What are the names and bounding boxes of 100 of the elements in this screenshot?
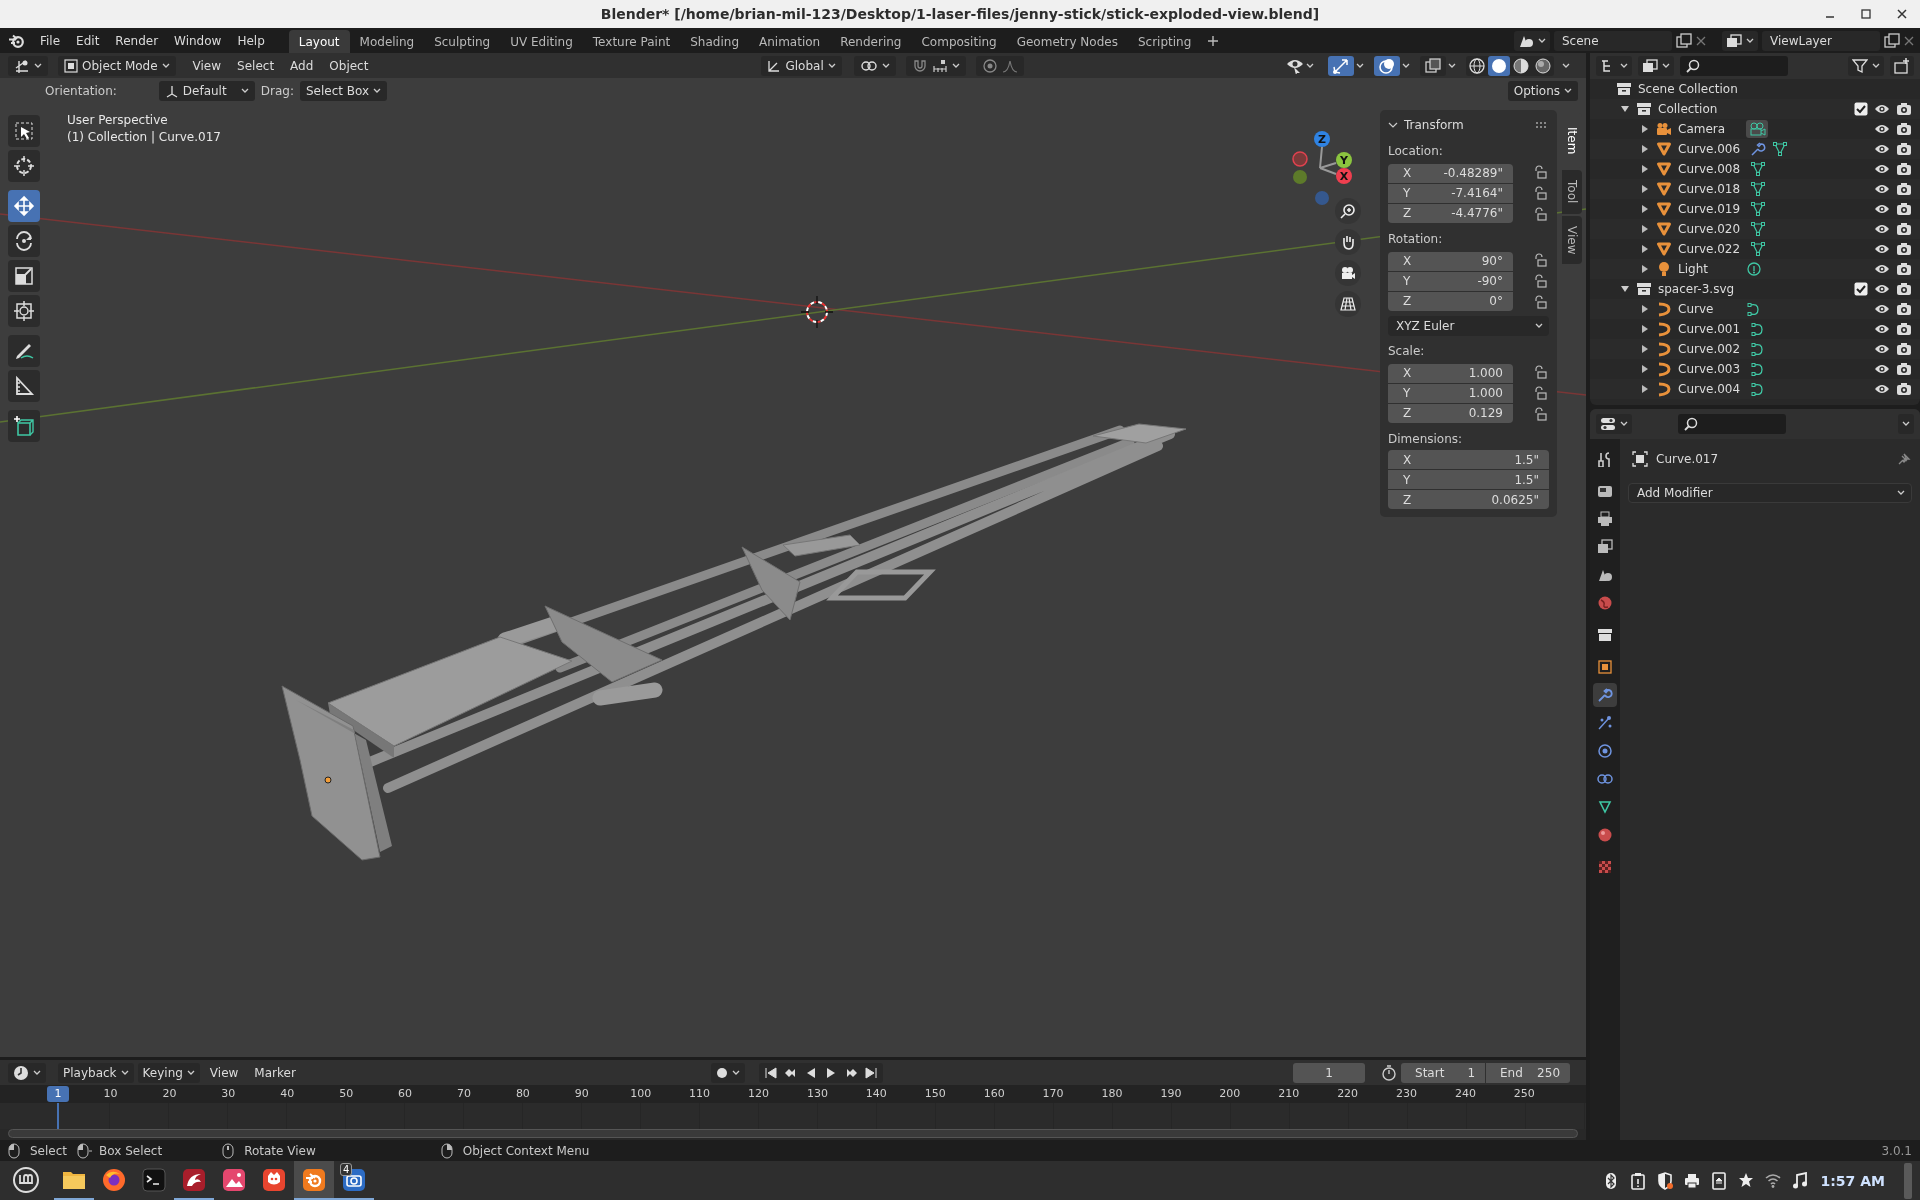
outliner-item[interactable]: Curve.004 xyxy=(1678,382,1741,396)
frame-number: 80 xyxy=(515,1087,530,1100)
outliner-item[interactable]: Curve.022 xyxy=(1678,242,1741,256)
drag-dropdown[interactable]: Select Box xyxy=(300,81,388,101)
workspace-tab[interactable]: Animation xyxy=(749,30,831,53)
outliner-item[interactable]: Curve.019 xyxy=(1678,202,1741,216)
workspace-tab[interactable]: Modeling xyxy=(349,30,425,53)
menu-item[interactable]: Help xyxy=(229,29,273,52)
frame-number: 60 xyxy=(398,1087,413,1100)
outliner-item[interactable]: Curve.006 xyxy=(1678,142,1741,156)
orientation-dropdown[interactable]: Default xyxy=(158,81,255,101)
frame-number: 130 xyxy=(806,1087,828,1100)
sidebar-tab[interactable]: Tool xyxy=(1562,170,1582,214)
workspace-tab[interactable]: Geometry Nodes xyxy=(1006,30,1128,53)
status-hint: Select xyxy=(30,1143,68,1158)
group-label: Location: xyxy=(1388,144,1444,158)
frame-number: 90 xyxy=(574,1087,589,1100)
workspace-tab[interactable]: Shading xyxy=(680,30,749,53)
mode-dropdown[interactable]: Object Mode xyxy=(58,55,176,76)
group-label: Rotation: xyxy=(1388,232,1444,246)
frame-number: 70 xyxy=(456,1087,471,1100)
axis-handle[interactable]: Z xyxy=(1314,131,1330,147)
workspace-tab[interactable]: Compositing xyxy=(911,30,1007,53)
rotation-mode-dropdown[interactable]: XYZ Euler xyxy=(1388,316,1549,336)
add-modifier-dropdown[interactable]: Add Modifier xyxy=(1628,483,1912,503)
version-text: 3.0.1 xyxy=(1881,1143,1912,1158)
outliner-item[interactable]: Curve.001 xyxy=(1678,322,1741,336)
start-frame-field[interactable]: Start 1 xyxy=(1401,1062,1485,1083)
drag-label: Drag: xyxy=(260,84,294,98)
number-field[interactable]: X -0.48289" xyxy=(1388,163,1513,183)
menu-item[interactable]: Window xyxy=(166,29,230,52)
options-dropdown[interactable]: Options xyxy=(1507,81,1578,101)
menu-item[interactable]: Playback xyxy=(58,1062,134,1083)
frame-number: 40 xyxy=(280,1087,295,1100)
panel-title[interactable]: Transform xyxy=(1404,118,1464,132)
clock-text[interactable]: 1:57 AM xyxy=(1820,1172,1885,1189)
count-badge: 4 xyxy=(340,1163,353,1176)
frame-number: 140 xyxy=(865,1087,887,1100)
workspace-tab[interactable]: Texture Paint xyxy=(582,30,681,53)
menu-item[interactable]: Render xyxy=(107,29,167,52)
number-field[interactable]: Y -90° xyxy=(1388,271,1513,291)
axis-handle[interactable]: X xyxy=(1336,168,1352,184)
workspace-tab[interactable]: Rendering xyxy=(830,30,912,53)
end-frame-field[interactable]: End 250 xyxy=(1486,1062,1570,1083)
menu-item[interactable]: Select xyxy=(230,55,282,76)
number-field[interactable]: Z -4.4776" xyxy=(1388,203,1513,223)
frame-number: 10 xyxy=(103,1087,118,1100)
current-frame-field[interactable]: 1 xyxy=(1293,1062,1365,1083)
view-layer-field[interactable]: ViewLayer xyxy=(1762,30,1880,51)
outliner-item[interactable]: Curve.008 xyxy=(1678,162,1741,176)
status-hint: Box Select xyxy=(99,1143,163,1158)
outliner-item[interactable]: Camera xyxy=(1678,122,1736,136)
menu-item[interactable]: Edit xyxy=(68,29,108,52)
number-field[interactable]: Z 0.0625" xyxy=(1388,490,1549,509)
menu-item[interactable]: Add xyxy=(283,55,321,76)
number-field[interactable]: X 1.000 xyxy=(1388,363,1513,383)
workspace-tab[interactable]: Scripting xyxy=(1127,30,1202,53)
workspace-tab[interactable]: Sculpting xyxy=(424,30,501,53)
outliner-item[interactable]: spacer-3.svg xyxy=(1658,282,1735,296)
frame-number: 180 xyxy=(1101,1087,1123,1100)
outliner-item[interactable]: Collection xyxy=(1658,102,1718,116)
outliner-item[interactable]: Curve.003 xyxy=(1678,362,1741,376)
outliner-item[interactable]: Light xyxy=(1678,262,1736,276)
object-name: Curve.017 xyxy=(1656,452,1719,466)
taskbar-app[interactable]: 4 xyxy=(334,1161,374,1200)
number-field[interactable]: Z 0° xyxy=(1388,291,1513,311)
transform-orientation-dropdown[interactable]: Global xyxy=(761,55,842,76)
frame-number: 210 xyxy=(1278,1087,1300,1100)
outliner-item[interactable]: Curve.002 xyxy=(1678,342,1741,356)
menu-item[interactable]: View xyxy=(203,1062,245,1083)
playhead-label[interactable]: 1 xyxy=(47,1086,69,1102)
viewport-info-text: User Perspective xyxy=(67,112,169,129)
frame-number: 200 xyxy=(1219,1087,1241,1100)
frame-number: 110 xyxy=(689,1087,711,1100)
number-field[interactable]: Y 1.5" xyxy=(1388,470,1549,489)
menu-item[interactable]: File xyxy=(32,29,69,52)
frame-number: 30 xyxy=(221,1087,236,1100)
sidebar-tab[interactable]: View xyxy=(1562,215,1582,265)
menu-item[interactable]: Keying xyxy=(137,1062,200,1083)
scene-field[interactable]: Scene xyxy=(1554,30,1672,51)
menu-item[interactable]: Marker xyxy=(248,1062,302,1083)
number-field[interactable]: Y 1.000 xyxy=(1388,383,1513,403)
menu-item[interactable]: View xyxy=(185,55,229,76)
outliner-item[interactable]: Curve xyxy=(1678,302,1736,316)
workspace-tab[interactable]: Layout xyxy=(288,30,350,53)
outliner-item[interactable]: Scene Collection xyxy=(1638,82,1738,96)
status-hint: Object Context Menu xyxy=(462,1143,590,1158)
number-field[interactable]: Y -7.4164" xyxy=(1388,183,1513,203)
outliner-item[interactable]: Curve.018 xyxy=(1678,182,1741,196)
number-field[interactable]: X 1.5" xyxy=(1388,450,1549,469)
frame-number: 50 xyxy=(339,1087,354,1100)
number-field[interactable]: Z 0.129 xyxy=(1388,403,1513,423)
outliner-item[interactable]: Curve.020 xyxy=(1678,222,1741,236)
group-label: Scale: xyxy=(1388,344,1426,358)
axis-handle[interactable]: Y xyxy=(1336,152,1352,168)
menu-item[interactable]: Object xyxy=(322,55,376,76)
frame-number: 150 xyxy=(924,1087,946,1100)
frame-number: 250 xyxy=(1513,1087,1535,1100)
workspace-tab[interactable]: UV Editing xyxy=(500,30,583,53)
number-field[interactable]: X 90° xyxy=(1388,251,1513,271)
